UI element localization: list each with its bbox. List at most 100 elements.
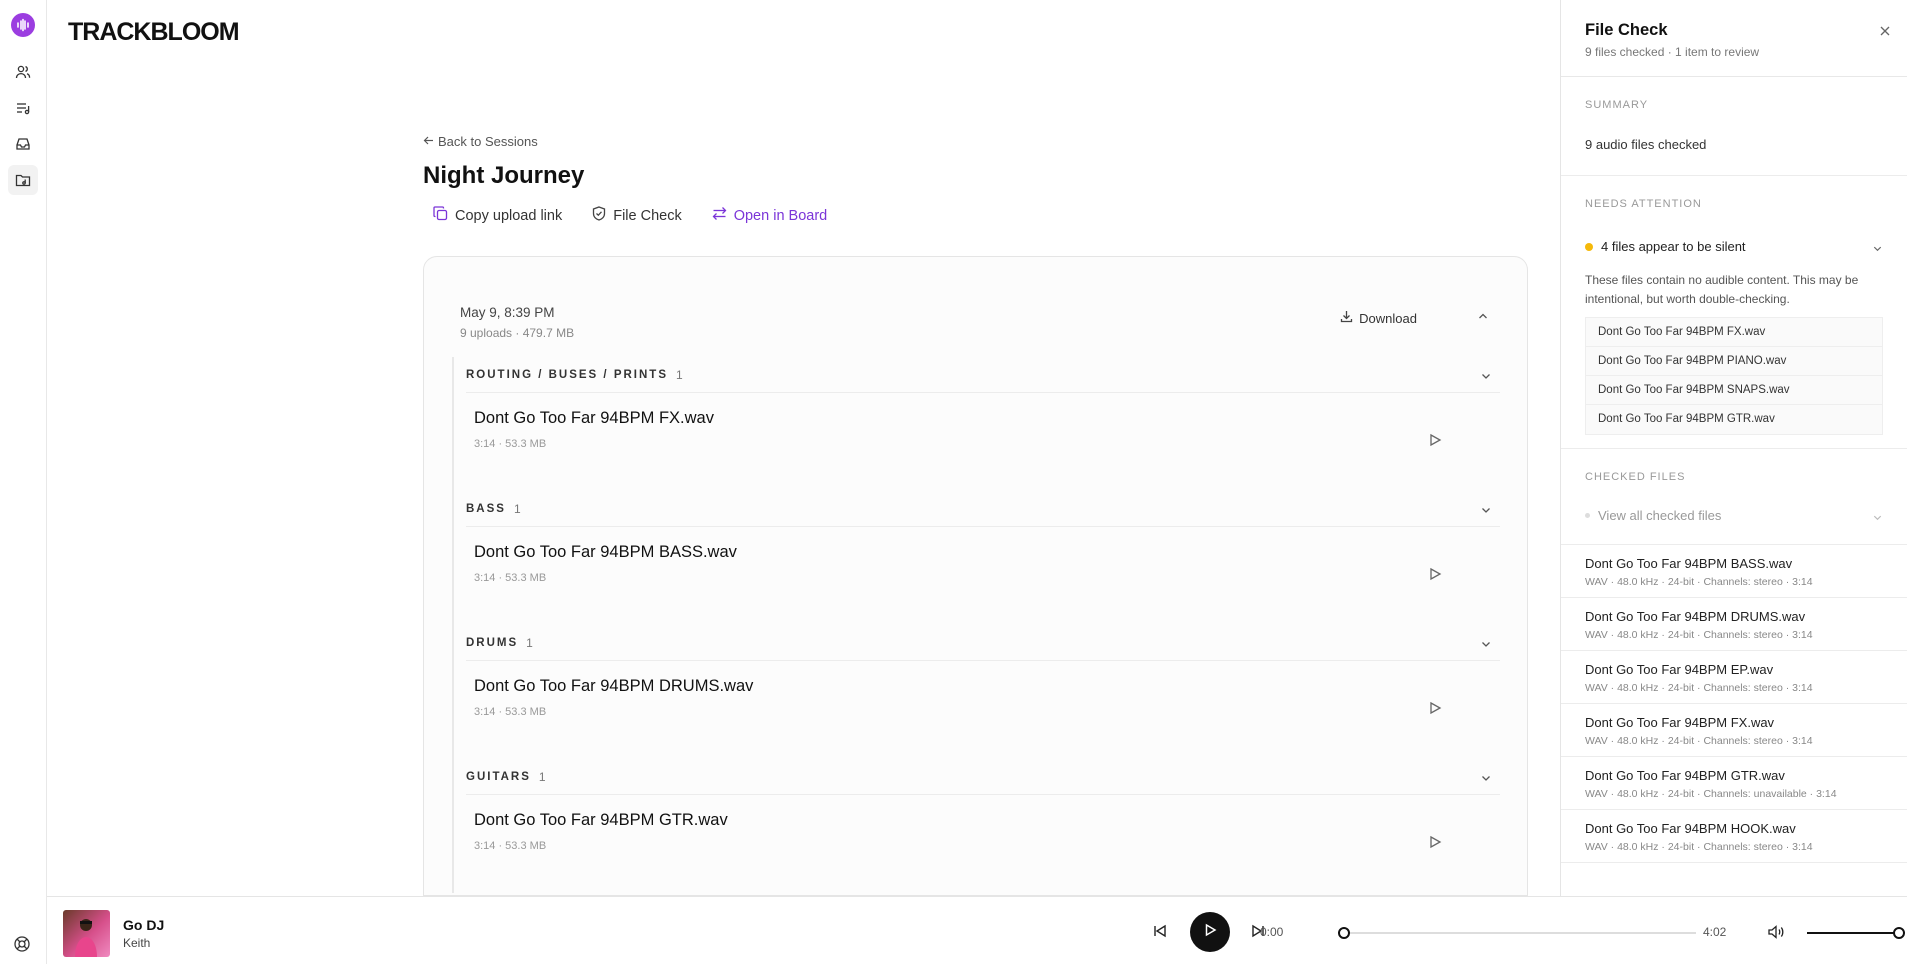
- checked-file-meta: WAV · 48.0 kHz · 24-bit · Channels: unav…: [1585, 788, 1837, 800]
- volume-icon[interactable]: [1767, 924, 1785, 945]
- app-logo-icon[interactable]: [11, 13, 35, 37]
- upload-date: May 9, 8:39 PM: [460, 305, 555, 320]
- arrow-left-icon: [423, 134, 434, 149]
- file-row[interactable]: Dont Go Too Far 94BPM DRUMS.wav 3:14 · 5…: [474, 677, 1500, 718]
- playlist-icon[interactable]: [8, 93, 38, 123]
- checked-file-name: Dont Go Too Far 94BPM EP.wav: [1585, 662, 1774, 677]
- download-button[interactable]: Download: [1340, 310, 1417, 326]
- chevron-down-icon[interactable]: [1480, 504, 1492, 519]
- group-header[interactable]: BASS 1: [466, 491, 1500, 527]
- checked-file-meta: WAV · 48.0 kHz · 24-bit · Channels: ster…: [1585, 576, 1813, 588]
- file-name: Dont Go Too Far 94BPM FX.wav: [474, 409, 714, 427]
- session-actions: Copy upload link File Check Open in Boar…: [433, 206, 827, 225]
- chevron-down-icon[interactable]: [1480, 370, 1492, 385]
- help-icon[interactable]: [13, 935, 31, 958]
- track-artist: Keith: [123, 936, 151, 950]
- play-pause-button[interactable]: [1190, 912, 1230, 952]
- group-name: BASS: [466, 502, 506, 515]
- attention-title: 4 files appear to be silent: [1601, 239, 1746, 254]
- track-title: Go DJ: [123, 917, 165, 933]
- play-icon[interactable]: [1428, 835, 1442, 854]
- checked-file-meta: WAV · 48.0 kHz · 24-bit · Channels: ster…: [1585, 735, 1813, 747]
- file-row[interactable]: Dont Go Too Far 94BPM GTR.wav 3:14 · 53.…: [474, 811, 1500, 852]
- group-name: ROUTING / BUSES / PRINTS: [466, 368, 668, 381]
- attention-item-toggle[interactable]: 4 files appear to be silent: [1585, 239, 1883, 254]
- download-label: Download: [1359, 310, 1417, 326]
- summary-text: 9 audio files checked: [1585, 137, 1707, 152]
- volume-knob[interactable]: [1893, 927, 1905, 939]
- progress-knob[interactable]: [1338, 927, 1350, 939]
- inbox-icon[interactable]: [8, 129, 38, 159]
- view-all-label: View all checked files: [1598, 508, 1722, 523]
- users-icon[interactable]: [8, 57, 38, 87]
- play-icon[interactable]: [1428, 567, 1442, 586]
- needs-attention-label: NEEDS ATTENTION: [1585, 198, 1702, 210]
- checked-file-meta: WAV · 48.0 kHz · 24-bit · Channels: ster…: [1585, 682, 1813, 694]
- needs-attention-section: NEEDS ATTENTION 4 files appear to be sil…: [1561, 176, 1907, 449]
- shield-check-icon: [592, 206, 606, 225]
- list-item: Dont Go Too Far 94BPM FX.wav: [1586, 318, 1882, 347]
- current-time: 0:00: [1260, 925, 1284, 939]
- attention-file-list: Dont Go Too Far 94BPM FX.wav Dont Go Too…: [1585, 317, 1883, 435]
- skip-back-icon[interactable]: [1152, 923, 1168, 944]
- close-icon[interactable]: [1879, 24, 1891, 42]
- group-count: 1: [538, 769, 546, 784]
- group-count: 1: [676, 367, 683, 382]
- file-row[interactable]: Dont Go Too Far 94BPM FX.wav 3:14 · 53.3…: [474, 409, 1500, 450]
- checked-file-name: Dont Go Too Far 94BPM DRUMS.wav: [1585, 609, 1806, 624]
- open-in-board-label: Open in Board: [733, 207, 828, 224]
- stem-groups: ROUTING / BUSES / PRINTS 1 Dont Go Too F…: [452, 357, 1500, 893]
- attention-description: These files contain no audible content. …: [1585, 273, 1859, 306]
- group-count: 1: [513, 501, 521, 516]
- back-to-sessions-link[interactable]: Back to Sessions: [423, 134, 538, 149]
- stem-group: GUITARS 1 Dont Go Too Far 94BPM GTR.wav …: [452, 759, 1500, 893]
- stem-group: DRUMS 1 Dont Go Too Far 94BPM DRUMS.wav …: [452, 625, 1500, 759]
- copy-upload-link-label: Copy upload link: [455, 207, 563, 224]
- checked-file-item: Dont Go Too Far 94BPM FX.wav WAV · 48.0 …: [1561, 704, 1907, 757]
- panel-header: File Check 9 files checked · 1 item to r…: [1561, 0, 1907, 77]
- checked-files-section: CHECKED FILES View all checked files: [1561, 449, 1907, 545]
- file-check-label: File Check: [613, 207, 682, 224]
- view-all-checked-toggle[interactable]: View all checked files: [1585, 508, 1883, 523]
- folder-music-icon[interactable]: [8, 165, 38, 195]
- group-name: DRUMS: [466, 636, 519, 649]
- upload-meta: 9 uploads · 479.7 MB: [460, 326, 575, 340]
- play-icon[interactable]: [1428, 701, 1442, 720]
- checked-file-meta: WAV · 48.0 kHz · 24-bit · Channels: ster…: [1585, 841, 1813, 853]
- file-check-button[interactable]: File Check: [592, 206, 682, 225]
- checked-file-name: Dont Go Too Far 94BPM GTR.wav: [1585, 768, 1785, 783]
- upload-card: May 9, 8:39 PM 9 uploads · 479.7 MB Down…: [423, 256, 1528, 896]
- chevron-down-icon[interactable]: [1872, 242, 1883, 257]
- chevron-down-icon[interactable]: [1872, 511, 1883, 526]
- checked-file-item: Dont Go Too Far 94BPM GTR.wav WAV · 48.0…: [1561, 757, 1907, 810]
- checked-file-item: Dont Go Too Far 94BPM HOOK.wav WAV · 48.…: [1561, 810, 1907, 863]
- group-header[interactable]: ROUTING / BUSES / PRINTS 1: [466, 357, 1500, 393]
- panel-subtitle: 9 files checked · 1 item to review: [1585, 45, 1760, 59]
- chevron-up-icon[interactable]: [1477, 309, 1489, 327]
- open-in-board-button[interactable]: Open in Board: [712, 206, 828, 225]
- file-name: Dont Go Too Far 94BPM DRUMS.wav: [474, 677, 754, 695]
- album-cover[interactable]: [63, 910, 110, 957]
- copy-upload-link-button[interactable]: Copy upload link: [433, 206, 562, 225]
- page-title: Night Journey: [423, 162, 585, 189]
- list-item: Dont Go Too Far 94BPM GTR.wav: [1598, 413, 1775, 425]
- warning-dot-icon: [1585, 242, 1593, 251]
- play-icon[interactable]: [1428, 433, 1442, 452]
- chevron-down-icon[interactable]: [1480, 772, 1492, 787]
- group-header[interactable]: DRUMS 1: [466, 625, 1500, 661]
- file-name: Dont Go Too Far 94BPM GTR.wav: [474, 811, 728, 829]
- copy-icon: [433, 206, 448, 225]
- chevron-down-icon[interactable]: [1480, 638, 1492, 653]
- back-to-sessions-label: Back to Sessions: [438, 134, 538, 149]
- file-meta: 3:14 · 53.3 MB: [474, 706, 547, 718]
- brand-logo[interactable]: TRACKBLOOM: [68, 18, 240, 47]
- group-header[interactable]: GUITARS 1: [466, 759, 1500, 795]
- checked-file-item: Dont Go Too Far 94BPM BASS.wav WAV · 48.…: [1561, 545, 1907, 598]
- upload-header: May 9, 8:39 PM 9 uploads · 479.7 MB: [460, 305, 574, 340]
- checked-file-item: Dont Go Too Far 94BPM DRUMS.wav WAV · 48…: [1561, 598, 1907, 651]
- list-item: Dont Go Too Far 94BPM PIANO.wav: [1586, 347, 1882, 376]
- file-row[interactable]: Dont Go Too Far 94BPM BASS.wav 3:14 · 53…: [474, 543, 1500, 584]
- progress-slider[interactable]: [1338, 927, 1696, 939]
- volume-slider[interactable]: [1807, 927, 1905, 939]
- checked-file-meta: WAV · 48.0 kHz · 24-bit · Channels: ster…: [1585, 629, 1813, 641]
